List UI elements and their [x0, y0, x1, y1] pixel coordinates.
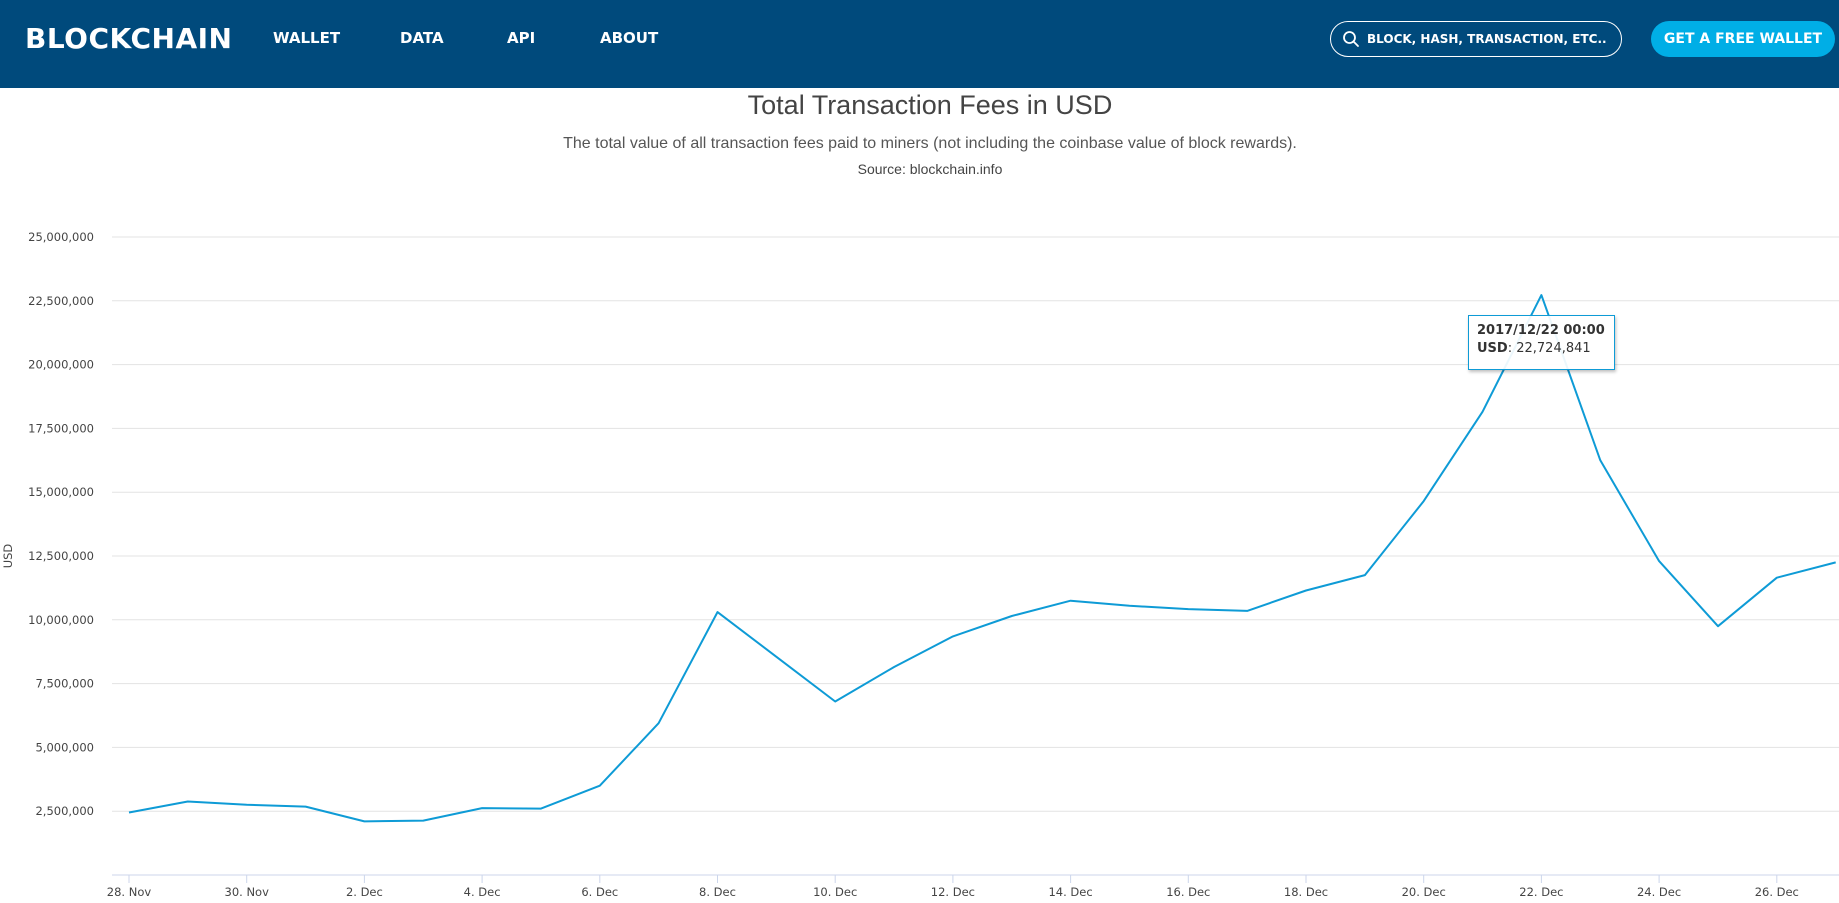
y-tick-label: 5,000,000: [35, 740, 94, 754]
chart-tooltip: 2017/12/22 00:00 USD: 22,724,841: [1468, 315, 1615, 370]
data-point[interactable]: [1361, 571, 1369, 579]
data-point[interactable]: [1773, 574, 1781, 582]
x-tick-label: 4. Dec: [464, 885, 501, 899]
data-point[interactable]: [714, 608, 722, 616]
data-point[interactable]: [184, 798, 192, 806]
data-point[interactable]: [125, 808, 133, 816]
y-tick-label: 25,000,000: [28, 230, 94, 244]
x-tick-label: 10. Dec: [813, 885, 857, 899]
y-tick-label: 17,500,000: [28, 421, 94, 435]
x-tick-label: 22. Dec: [1519, 885, 1563, 899]
x-tick-label: 16. Dec: [1166, 885, 1210, 899]
x-tick-label: 20. Dec: [1402, 885, 1446, 899]
y-tick-label: 22,500,000: [28, 294, 94, 308]
y-tick-label: 10,000,000: [28, 613, 94, 627]
x-tick-label: 2. Dec: [346, 885, 383, 899]
x-tick-label: 26. Dec: [1755, 885, 1799, 899]
tooltip-value: 22,724,841: [1516, 341, 1591, 356]
data-point[interactable]: [1714, 622, 1722, 630]
data-point[interactable]: [1302, 586, 1310, 594]
data-point[interactable]: [1067, 597, 1075, 605]
data-point[interactable]: [772, 653, 780, 661]
data-point[interactable]: [1479, 408, 1487, 416]
data-point[interactable]: [596, 782, 604, 790]
data-point[interactable]: [360, 817, 368, 825]
data-point[interactable]: [243, 801, 251, 809]
data-point[interactable]: [1243, 607, 1251, 615]
data-point[interactable]: [1655, 557, 1663, 565]
data-point[interactable]: [537, 805, 545, 813]
x-tick-label: 6. Dec: [581, 885, 618, 899]
data-point[interactable]: [1420, 497, 1428, 505]
data-point[interactable]: [890, 663, 898, 671]
data-point[interactable]: [831, 697, 839, 705]
data-point[interactable]: [949, 632, 957, 640]
data-point[interactable]: [655, 719, 663, 727]
y-tick-label: 20,000,000: [28, 358, 94, 372]
tooltip-label: USD: [1477, 341, 1508, 356]
y-axis-title: USD: [1, 544, 15, 569]
data-point[interactable]: [1125, 602, 1133, 610]
data-point[interactable]: [478, 804, 486, 812]
x-tick-label: 24. Dec: [1637, 885, 1681, 899]
data-point[interactable]: [1832, 558, 1839, 566]
x-tick-label: 18. Dec: [1284, 885, 1328, 899]
line-chart[interactable]: 2,500,000 5,000,000 7,500,000 10,000,000 12,…: [0, 0, 1839, 903]
x-tick-label: 12. Dec: [931, 885, 975, 899]
x-tick-label: 14. Dec: [1048, 885, 1092, 899]
x-tick-label: 8. Dec: [699, 885, 736, 899]
data-point[interactable]: [419, 817, 427, 825]
x-tick-label: 30. Nov: [225, 885, 270, 899]
data-point[interactable]: [1008, 612, 1016, 620]
series-line[interactable]: [128, 294, 1836, 823]
x-tick-label: 28. Nov: [107, 885, 152, 899]
y-tick-label: 2,500,000: [35, 804, 94, 818]
data-point[interactable]: [1184, 605, 1192, 613]
data-point[interactable]: [302, 803, 310, 811]
tooltip-date: 2017/12/22 00:00: [1477, 323, 1605, 338]
y-tick-label: 12,500,000: [28, 549, 94, 563]
y-tick-label: 7,500,000: [35, 677, 94, 691]
data-point[interactable]: [1596, 456, 1604, 464]
y-tick-label: 15,000,000: [28, 485, 94, 499]
data-point[interactable]: [1537, 291, 1545, 299]
